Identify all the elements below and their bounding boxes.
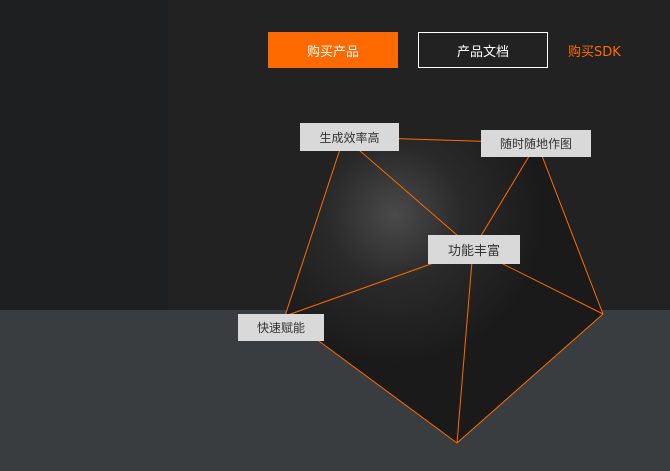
feature-label-efficiency: 生成效率高 [300,123,399,151]
buy-product-button[interactable]: 购买产品 [268,32,398,68]
feature-label-anytime: 随时随地作图 [481,130,591,157]
page: 购买产品 产品文档 购买SDK 生成效率高 随时随地作图 功能丰富 快速赋能 [0,0,670,471]
product-docs-button[interactable]: 产品文档 [418,32,548,68]
feature-label-fast: 快速赋能 [238,314,324,341]
feature-pentagon-diagram [284,136,604,444]
feature-label-rich: 功能丰富 [428,235,520,264]
buy-sdk-link[interactable]: 购买SDK [568,32,621,68]
